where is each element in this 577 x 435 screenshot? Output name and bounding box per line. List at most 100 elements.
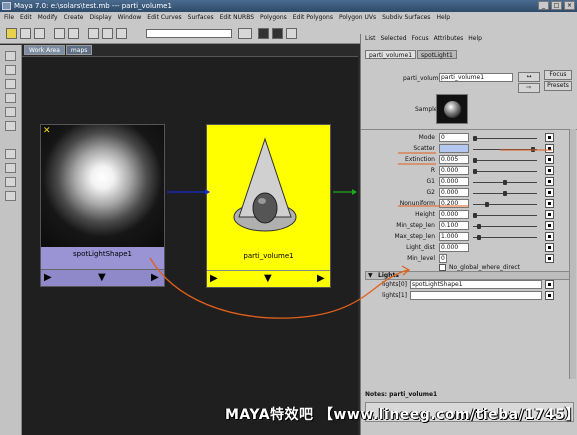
close-button[interactable]: × xyxy=(564,1,575,10)
select-icon[interactable] xyxy=(5,51,16,61)
move-tool-icon[interactable] xyxy=(5,93,16,103)
go-to-output-icon[interactable]: ⇨ xyxy=(518,83,540,93)
scale-icon[interactable] xyxy=(68,28,79,39)
search-input[interactable] xyxy=(146,29,232,38)
spotlight-node[interactable]: ✕ spotLightShape1 ▶ ▼ ▶ xyxy=(40,124,165,287)
lasso-select-icon[interactable] xyxy=(5,65,16,75)
focus-button[interactable]: Focus xyxy=(544,70,572,80)
attr-field-min-step-len[interactable]: 0.100 xyxy=(439,221,469,230)
attr-slider-nonuniform[interactable] xyxy=(473,202,537,207)
layout-preset-4-icon[interactable] xyxy=(5,191,16,201)
menu-edit-polygons[interactable]: Edit Polygons xyxy=(293,12,333,23)
input-connections-icon[interactable] xyxy=(102,28,113,39)
layout-double-icon[interactable] xyxy=(272,28,283,39)
rotate-tool-icon[interactable] xyxy=(5,107,16,117)
attr-slider-scatter[interactable] xyxy=(473,147,537,152)
expand-port-arrow-icon[interactable]: ▼ xyxy=(98,272,106,283)
attr-slider-r[interactable] xyxy=(473,169,537,174)
menu-surfaces[interactable]: Surfaces xyxy=(188,12,214,23)
map-button-nonuniform-icon[interactable] xyxy=(545,199,554,208)
menu-edit-curves[interactable]: Edit Curves xyxy=(147,12,181,23)
attribute-scrollbar[interactable] xyxy=(569,129,576,379)
select-tool-icon[interactable] xyxy=(6,28,17,39)
graph-canvas[interactable]: ✕ spotLightShape1 ▶ ▼ ▶ parti_volume1 ▶ … xyxy=(22,56,358,435)
parti-volume-node[interactable]: parti_volume1 ▶ ▼ ▶ xyxy=(206,124,331,288)
attr-field-light-dist[interactable]: 0.000 xyxy=(439,243,469,252)
attr-slider-mode[interactable] xyxy=(473,136,537,141)
lights-1-field[interactable] xyxy=(410,291,542,300)
menu-create[interactable]: Create xyxy=(64,12,84,23)
map-button-scatter-icon[interactable] xyxy=(545,144,554,153)
tab-maps[interactable]: maps xyxy=(65,45,93,55)
tab-spotlight[interactable]: spotLight1 xyxy=(417,50,457,59)
attr-slider-max-step-len[interactable] xyxy=(473,235,537,240)
menu-polygon-uvs[interactable]: Polygon UVs xyxy=(339,12,376,23)
menu-display[interactable]: Display xyxy=(90,12,112,23)
swatch-toggle-icon[interactable] xyxy=(238,28,252,39)
rotate-icon[interactable] xyxy=(54,28,65,39)
map-button-mode-icon[interactable] xyxy=(545,133,554,142)
attr-field-extinction[interactable]: 0.005 xyxy=(439,155,469,164)
menu-modify[interactable]: Modify xyxy=(38,12,58,23)
output-port-arrow-icon[interactable]: ▶ xyxy=(317,273,325,284)
presets-button[interactable]: Presets xyxy=(544,81,572,91)
ae-menu-focus[interactable]: Focus xyxy=(412,34,429,44)
move-icon[interactable] xyxy=(34,28,45,39)
output-port-arrow-icon[interactable]: ▶ xyxy=(151,272,159,283)
minimize-button[interactable]: _ xyxy=(538,1,549,10)
scale-tool-icon[interactable] xyxy=(5,121,16,131)
ae-menu-selected[interactable]: Selected xyxy=(381,34,407,44)
attr-slider-extinction[interactable] xyxy=(473,158,537,163)
lasso-icon[interactable] xyxy=(20,28,31,39)
map-button-g1-icon[interactable] xyxy=(545,177,554,186)
graph-layout-icon[interactable] xyxy=(88,28,99,39)
paint-select-icon[interactable] xyxy=(5,79,16,89)
map-button-min-level-icon[interactable] xyxy=(545,254,554,263)
output-connections-icon[interactable] xyxy=(116,28,127,39)
menu-window[interactable]: Window xyxy=(118,12,142,23)
lights-0-field[interactable]: spotLightShape1 xyxy=(410,280,542,289)
attr-field-g2[interactable]: 0.000 xyxy=(439,188,469,197)
menu-file[interactable]: File xyxy=(4,12,14,23)
node-name-field[interactable]: parti_volume1 xyxy=(439,73,513,82)
map-button-g2-icon[interactable] xyxy=(545,188,554,197)
map-button-r-icon[interactable] xyxy=(545,166,554,175)
menu-edit-nurbs[interactable]: Edit NURBS xyxy=(220,12,254,23)
map-button-light-dist-icon[interactable] xyxy=(545,243,554,252)
layout-preset-3-icon[interactable] xyxy=(5,177,16,187)
ae-menu-attributes[interactable]: Attributes xyxy=(434,34,464,44)
tab-parti-volume[interactable]: parti_volume1 xyxy=(365,50,417,59)
attr-field-mode[interactable]: 0 xyxy=(439,133,469,142)
menu-help[interactable]: Help xyxy=(436,12,450,23)
map-button-max-step-len-icon[interactable] xyxy=(545,232,554,241)
ae-menu-list[interactable]: List xyxy=(365,34,376,44)
lights-0-link-icon[interactable] xyxy=(545,280,554,289)
input-port-arrow-icon[interactable]: ▶ xyxy=(210,273,218,284)
menu-polygons[interactable]: Polygons xyxy=(260,12,287,23)
attr-slider-height[interactable] xyxy=(473,213,537,218)
expand-port-arrow-icon[interactable]: ▼ xyxy=(264,273,272,284)
attr-field-r[interactable]: 0.000 xyxy=(439,166,469,175)
lights-section-header[interactable]: ▼ Lights xyxy=(365,271,574,280)
maximize-button[interactable]: □ xyxy=(551,1,562,10)
attr-field-min-level[interactable]: 0 xyxy=(439,254,447,263)
menu-edit[interactable]: Edit xyxy=(20,12,32,23)
input-port-arrow-icon[interactable]: ▶ xyxy=(44,272,52,283)
map-button-height-icon[interactable] xyxy=(545,210,554,219)
layout-single-icon[interactable] xyxy=(258,28,269,39)
tab-work-area[interactable]: Work Area xyxy=(24,45,65,55)
layout-clear-icon[interactable] xyxy=(286,28,297,39)
lights-1-link-icon[interactable] xyxy=(545,291,554,300)
attr-slider-g1[interactable] xyxy=(473,180,537,185)
attr-field-height[interactable]: 0.000 xyxy=(439,210,469,219)
attr-color-scatter[interactable] xyxy=(439,144,469,153)
map-button-extinction-icon[interactable] xyxy=(545,155,554,164)
no-global-checkbox[interactable] xyxy=(439,264,446,271)
menu-subdiv-surfaces[interactable]: Subdiv Surfaces xyxy=(382,12,430,23)
layout-preset-icon[interactable] xyxy=(5,149,16,159)
attr-field-g1[interactable]: 0.000 xyxy=(439,177,469,186)
layout-preset-2-icon[interactable] xyxy=(5,163,16,173)
attr-slider-min-step-len[interactable] xyxy=(473,224,537,229)
attr-field-nonuniform[interactable]: 0.200 xyxy=(439,199,469,208)
attr-slider-g2[interactable] xyxy=(473,191,537,196)
